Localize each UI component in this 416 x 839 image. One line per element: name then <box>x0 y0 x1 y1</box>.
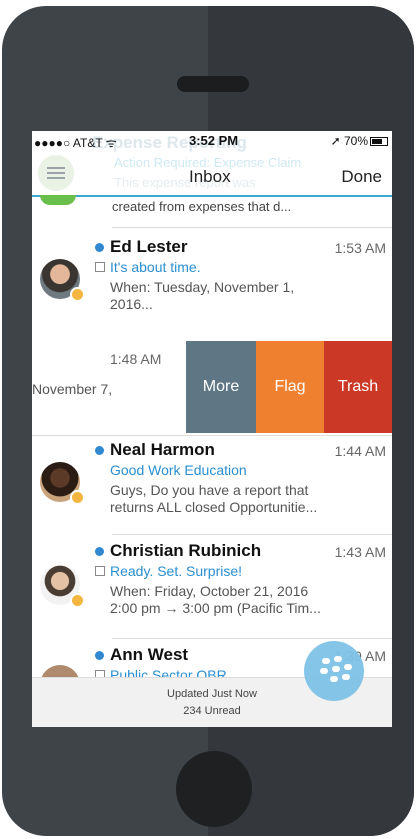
message-row[interactable]: Christian Rubinich 1:43 AM Ready. Set. S… <box>32 535 392 637</box>
carrier: ●●●●○ AT&T ᯤ <box>34 136 117 150</box>
message-preview: 2:00 pm → 3:00 pm (Pacific Tim... <box>110 600 321 616</box>
sender-name: Neal Harmon <box>110 440 215 459</box>
message-preview: When: Tuesday, November 1, <box>110 279 295 295</box>
message-time: 1:53 AM <box>334 240 386 256</box>
unread-dot-icon <box>95 651 104 660</box>
battery: ➚ 70% <box>331 134 388 148</box>
calendar-icon <box>95 262 105 272</box>
phone-frame: Expense Reporting Action Required: Expen… <box>2 6 414 836</box>
trash-button[interactable]: Trash <box>324 341 392 433</box>
unread-count: 234 Unread <box>183 705 241 717</box>
status-time: 3:52 PM <box>189 133 239 148</box>
presence-icon <box>70 593 85 608</box>
message-time: 1:44 AM <box>334 443 386 459</box>
sender-name: Christian Rubinich <box>110 541 262 560</box>
message-preview: When: Friday, October 21, 2016 <box>110 583 309 599</box>
message-time: 1:43 AM <box>334 544 386 560</box>
hamburger-icon[interactable] <box>38 155 74 191</box>
message-row[interactable]: Neal Harmon 1:44 AM Good Work Education … <box>32 436 392 536</box>
blackberry-icon[interactable] <box>304 641 364 701</box>
message-preview: returns ALL closed Opportunitie... <box>110 499 318 515</box>
divider <box>112 227 392 228</box>
home-button[interactable] <box>176 751 252 827</box>
message-preview: November 7, <box>32 381 113 397</box>
unread-dot-icon <box>95 243 104 252</box>
calendar-icon <box>95 566 105 576</box>
presence-icon <box>70 287 85 302</box>
message-time: 1:48 AM <box>110 351 162 367</box>
message-subject: It's about time. <box>110 259 201 275</box>
speaker-slot <box>177 76 249 92</box>
battery-icon <box>370 137 388 147</box>
app-screen: Expense Reporting Action Required: Expen… <box>32 131 392 727</box>
unread-dot-icon <box>95 446 104 455</box>
unread-dot-icon <box>95 547 104 556</box>
sender-name: Ed Lester <box>110 237 188 256</box>
page-title: Inbox <box>189 167 231 186</box>
swiped-row[interactable]: 1:48 AM November 7, <box>32 341 186 433</box>
message-preview: Guys, Do you have a report that <box>110 482 309 498</box>
avatar <box>40 195 76 205</box>
sender-name: Ann West <box>110 645 189 664</box>
message-subject: Good Work Education <box>110 462 247 478</box>
status-bar: ●●●●○ AT&T ᯤ 3:52 PM ➚ 70% <box>32 131 392 151</box>
done-button[interactable]: Done <box>341 167 382 187</box>
more-button[interactable]: More <box>186 341 256 433</box>
message-row[interactable]: Ed Lester 1:53 AM It's about time. When:… <box>32 229 392 335</box>
message-subject: Ready. Set. Surprise! <box>110 563 243 579</box>
flag-button[interactable]: Flag <box>256 341 324 433</box>
list-item-preview[interactable]: created from expenses that d... <box>112 199 291 214</box>
presence-icon <box>70 490 85 505</box>
message-preview: 2016... <box>110 296 153 312</box>
nav-bar: Inbox Done <box>32 151 392 197</box>
